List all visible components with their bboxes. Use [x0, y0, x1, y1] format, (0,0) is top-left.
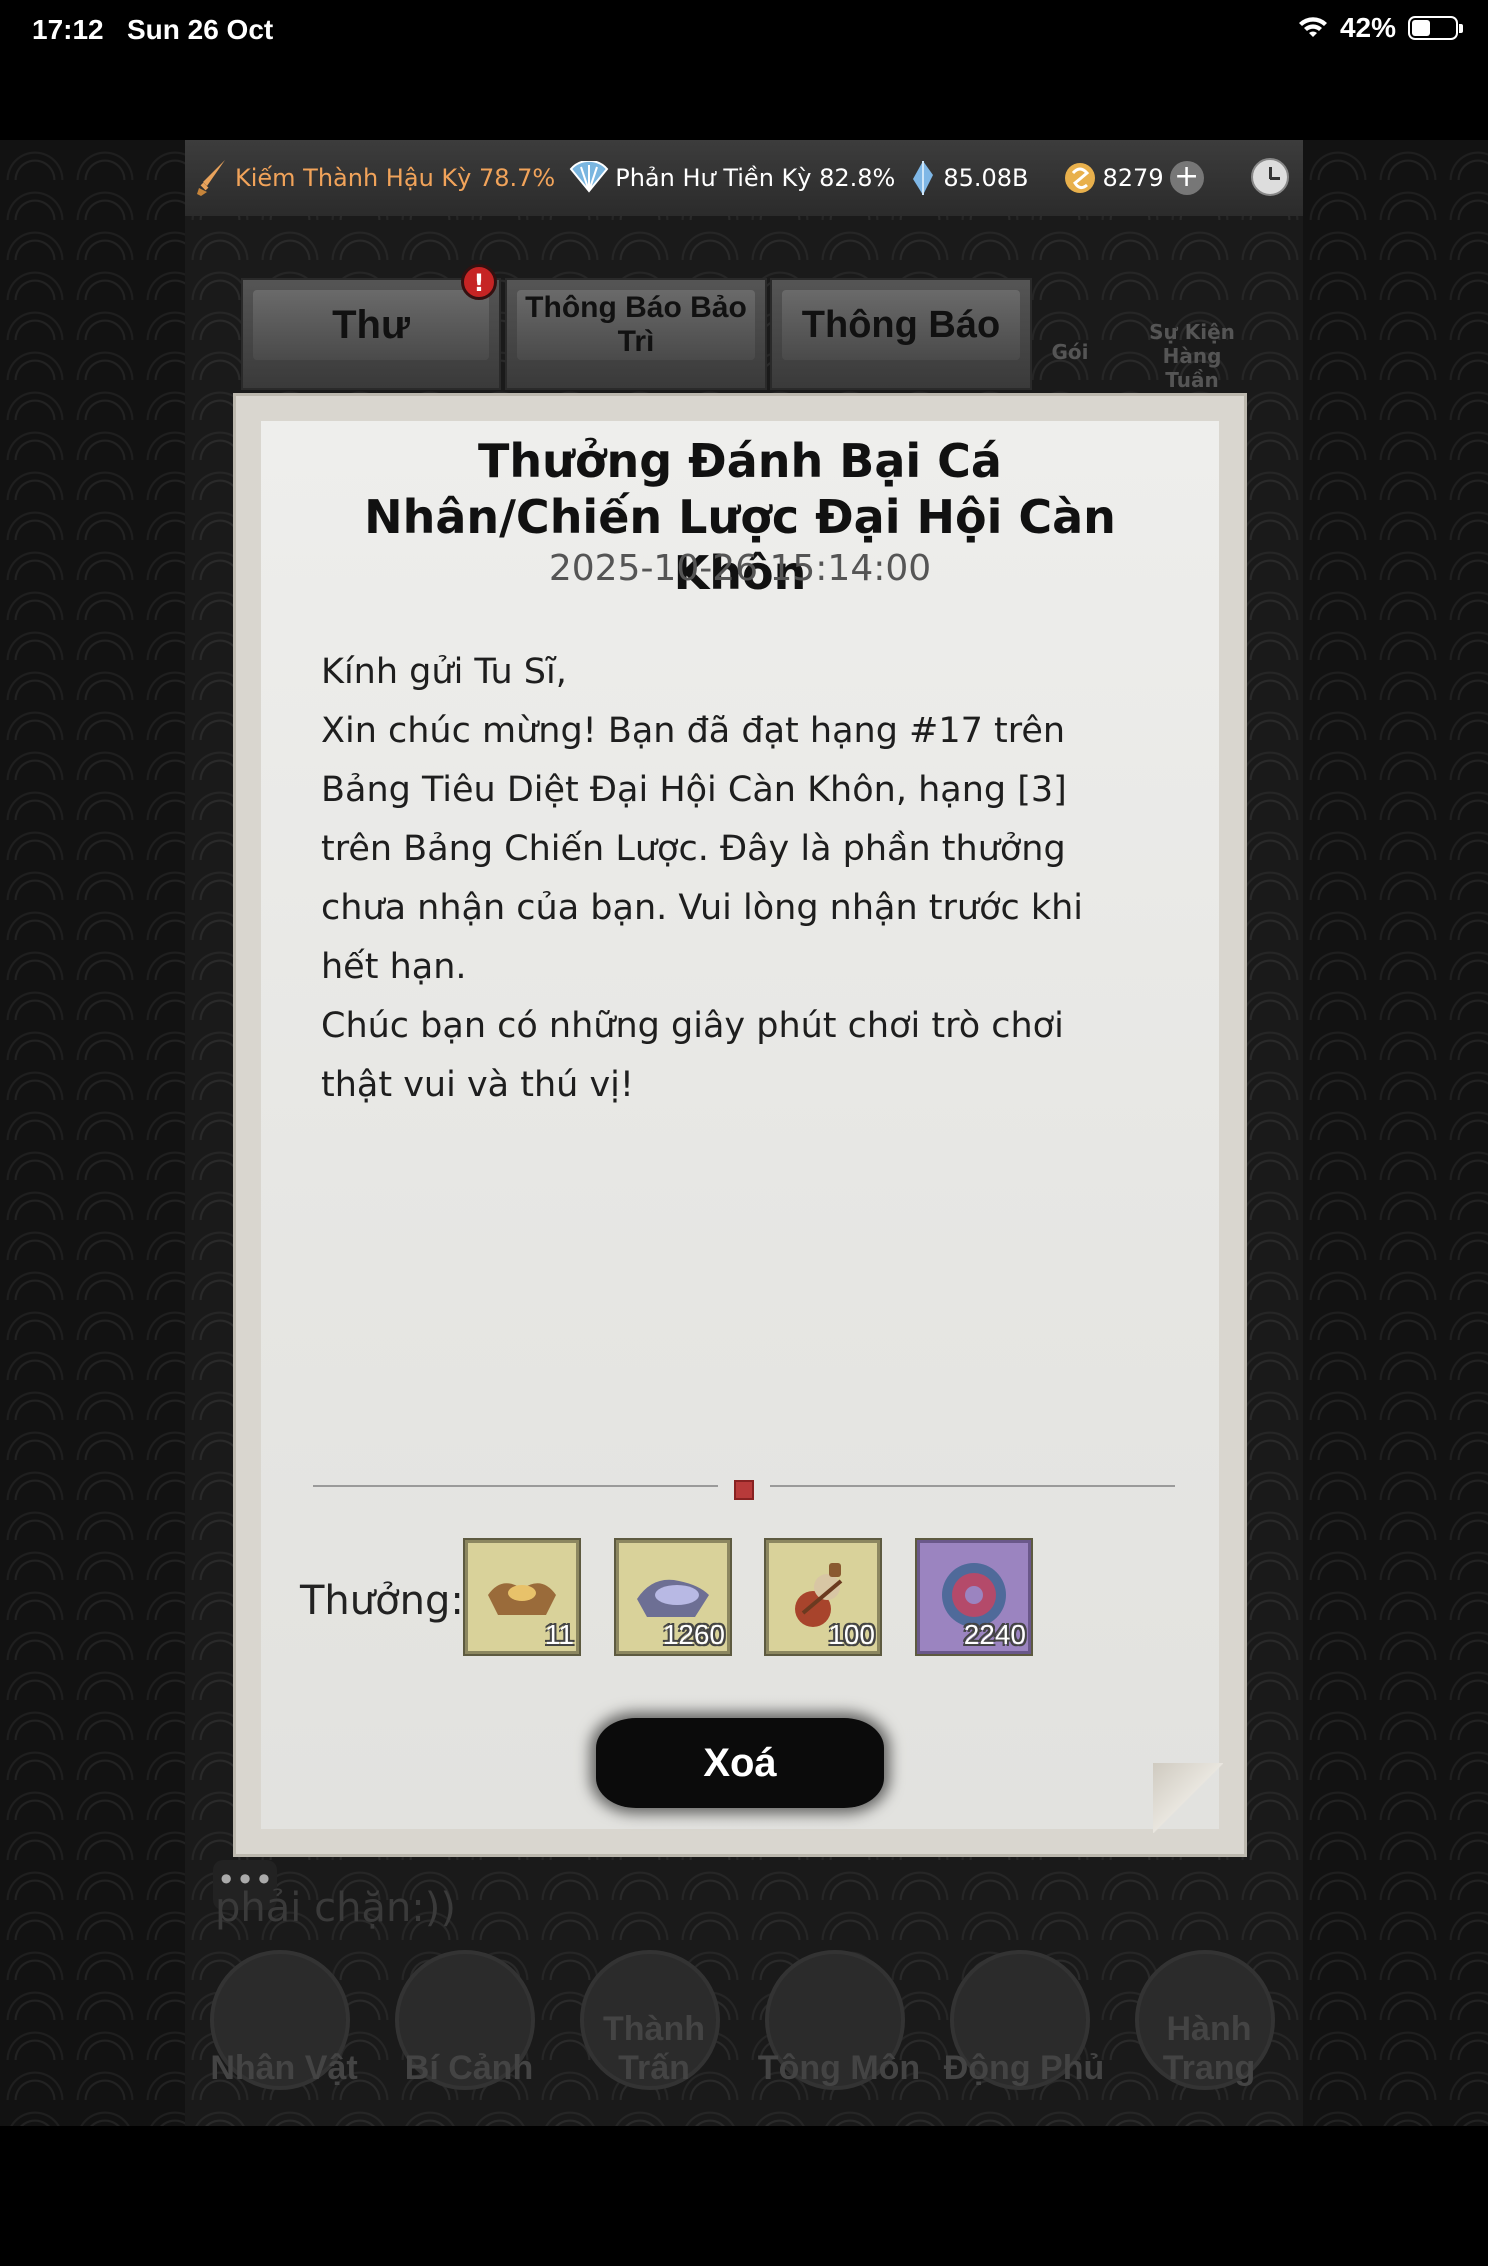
clock-icon[interactable] [1251, 158, 1289, 196]
nav-cave[interactable]: Động Phủ [944, 1950, 1104, 2090]
mail-dialog: Thưởng Đánh Bại Cá Nhân/Chiến Lược Đại H… [233, 393, 1247, 1857]
reward-label: Thưởng: [300, 1578, 464, 1624]
tab-announcements[interactable]: Thông Báo [770, 278, 1032, 390]
tab-mail[interactable]: Thư [241, 278, 501, 390]
status-time: 17:12 Sun 26 Oct [32, 14, 274, 45]
background-left [0, 140, 185, 2126]
add-currency-button[interactable]: + [1169, 161, 1204, 195]
reward-item[interactable]: 1260 [616, 1540, 730, 1654]
battery-icon [1408, 16, 1463, 40]
reward-count: 100 [828, 1619, 875, 1650]
sword-icon [197, 160, 225, 196]
coin-icon [1064, 163, 1095, 193]
battery-fill [1412, 20, 1430, 36]
realm-sword: Kiếm Thành Hậu Kỳ 78.7% [195, 158, 555, 198]
status-bar: 17:12 Sun 26 Oct 42% [0, 0, 1488, 64]
nav-sect[interactable]: Tông Môn [758, 1950, 920, 2090]
mail-date: 2025-10-26 15:14:00 [548, 548, 932, 589]
seal-icon [734, 1480, 754, 1500]
tab-maintenance[interactable]: Thông Báo Bảo Trì [505, 278, 767, 390]
mail-body: Kính gửi Tu Sĩ, Xin chúc mừng! Bạn đã đạ… [321, 652, 1084, 1105]
spirit-stone-counter: 85.08B [909, 159, 1029, 197]
realm-fan: Phản Hư Tiền Kỳ 82.8% [569, 161, 895, 195]
resource-bar: Kiếm Thành Hậu Kỳ 78.7% Phản Hư Tiền Kỳ … [185, 140, 1303, 216]
wifi-icon [1298, 17, 1327, 37]
divider-left [313, 1485, 718, 1487]
bottom-nav: Nhân Vật Bí Cảnh Thành Trấn Tông Môn Độn… [185, 1940, 1303, 2110]
page-curl [1153, 1763, 1223, 1833]
status-right: 42% [1298, 12, 1463, 44]
delete-button[interactable]: Xoá [596, 1718, 884, 1808]
side-tab-weekly-event[interactable]: Sự Kiện Hàng Tuần [1137, 320, 1247, 392]
battery-percent: 42% [1339, 12, 1396, 43]
fan-icon [569, 161, 609, 193]
crystal-icon [913, 161, 934, 195]
currency-counter: 8279 + [1063, 161, 1204, 195]
nav-town[interactable]: Thành Trấn [580, 1950, 720, 2090]
reward-count: 2240 [963, 1619, 1026, 1650]
divider-right [770, 1485, 1175, 1487]
nav-character[interactable]: Nhân Vật [210, 1950, 358, 2090]
nav-secret-realm[interactable]: Bí Cảnh [395, 1950, 535, 2090]
reward-count: 1260 [662, 1619, 725, 1650]
reward-count: 11 [544, 1619, 574, 1650]
chat-message: phải chặn:)) [215, 1885, 456, 1931]
side-tab-pack[interactable]: Gói [1035, 340, 1105, 364]
status-date: Sun 26 Oct [126, 14, 274, 45]
nav-inventory[interactable]: Hành Trang [1135, 1950, 1275, 2090]
reward-item[interactable]: 11 [465, 1540, 579, 1654]
mail-alert-badge: ! [461, 264, 497, 300]
background-right [1303, 140, 1488, 2126]
reward-item[interactable]: 100 [766, 1540, 880, 1654]
reward-item[interactable]: 2240 [917, 1540, 1031, 1654]
